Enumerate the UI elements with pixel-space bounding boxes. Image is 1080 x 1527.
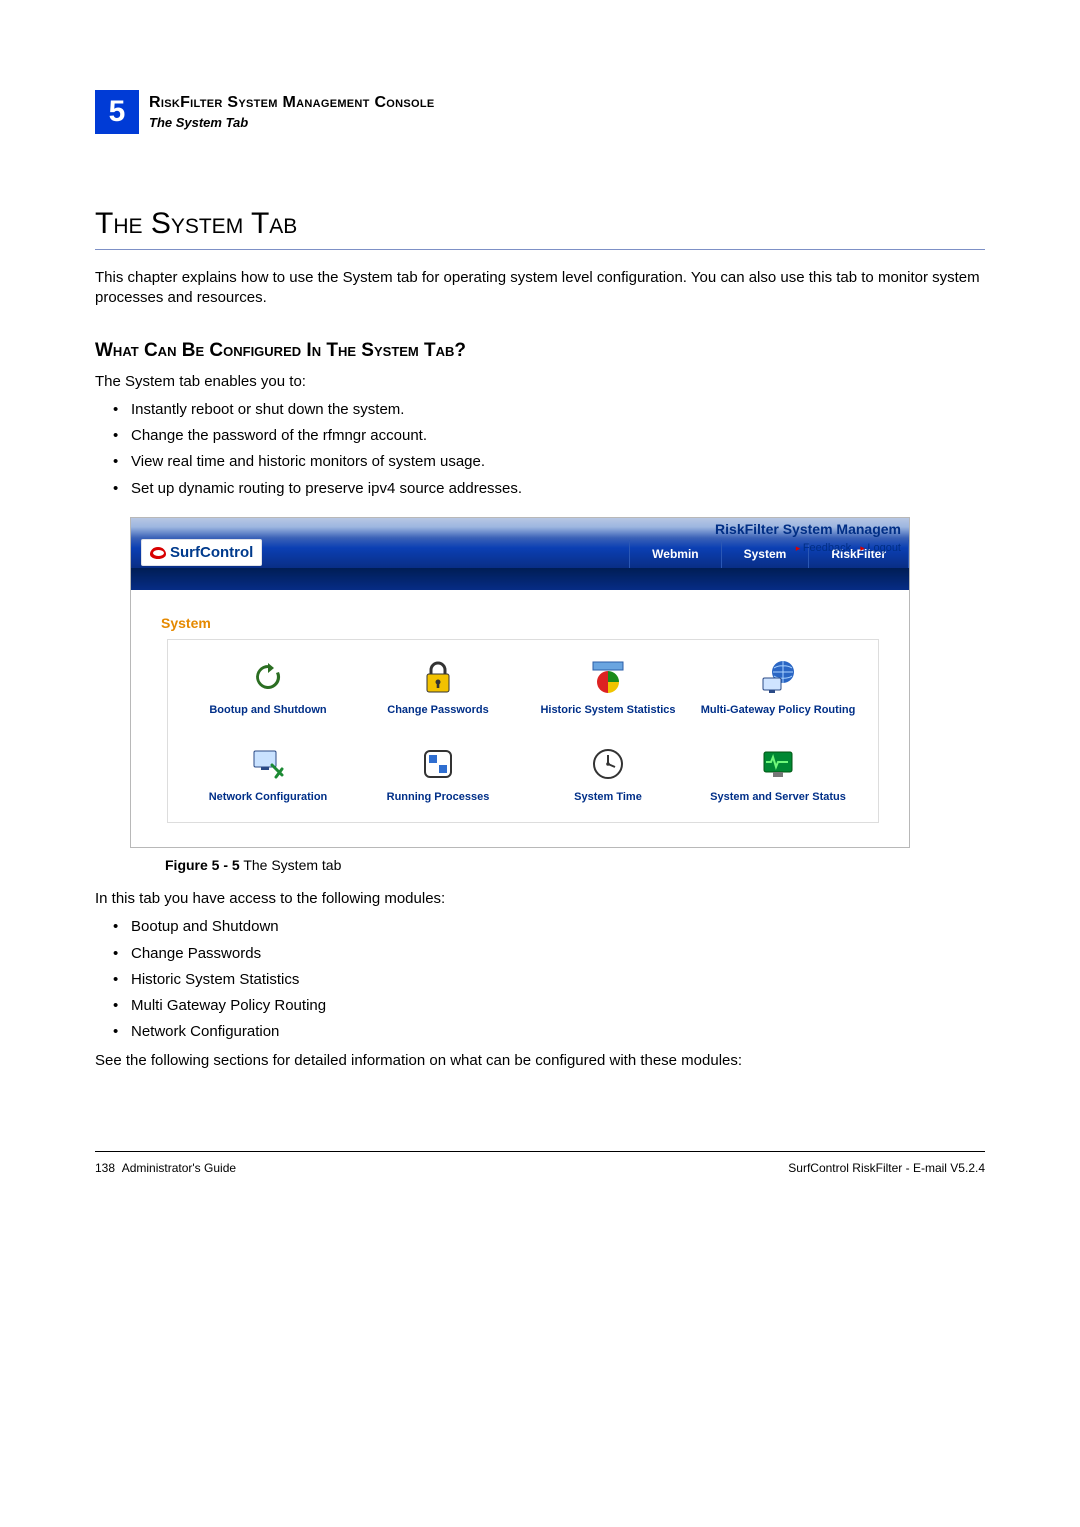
globe-monitor-icon — [759, 658, 797, 696]
module-bootup-shutdown[interactable]: Bootup and Shutdown — [209, 658, 326, 717]
sub-header-bar — [131, 568, 909, 590]
panel-heading: System — [161, 614, 879, 633]
module-multi-gateway[interactable]: Multi-Gateway Policy Routing — [701, 658, 856, 717]
chapter-number: 5 — [95, 90, 139, 134]
processes-icon — [419, 745, 457, 783]
module-change-passwords[interactable]: Change Passwords — [387, 658, 488, 717]
surfcontrol-logo: SurfControl — [141, 539, 262, 566]
module-network-config[interactable]: Network Configuration — [209, 745, 328, 804]
section-heading: The System Tab — [95, 204, 985, 250]
chapter-titles: RiskFilter System Management Console The… — [139, 92, 435, 131]
network-monitor-icon — [249, 745, 287, 783]
list-item: Bootup and Shutdown — [113, 917, 985, 937]
list-item: Network Configuration — [113, 1022, 985, 1042]
enables-list: Instantly reboot or shut down the system… — [113, 400, 985, 499]
module-label: System and Server Status — [710, 791, 846, 804]
clock-icon — [589, 745, 627, 783]
list-item: Historic System Statistics — [113, 970, 985, 990]
module-label: Bootup and Shutdown — [209, 704, 326, 717]
page-footer: 138 Administrator's Guide SurfControl Ri… — [95, 1151, 985, 1176]
module-server-status[interactable]: System and Server Status — [710, 745, 846, 804]
footer-left-text: Administrator's Guide — [122, 1161, 236, 1175]
module-label: Multi-Gateway Policy Routing — [701, 704, 856, 717]
pie-chart-icon — [589, 658, 627, 696]
module-running-processes[interactable]: Running Processes — [387, 745, 490, 804]
figure-caption: Figure 5 - 5 The System tab — [165, 856, 963, 875]
logo-text: SurfControl — [170, 543, 253, 563]
chapter-subtitle: The System Tab — [149, 114, 435, 132]
lock-icon — [419, 658, 457, 696]
module-label: Network Configuration — [209, 791, 328, 804]
intro-paragraph: This chapter explains how to use the Sys… — [95, 268, 985, 309]
screenshot-system-tab: SurfControl Webmin System RiskFilter Ris… — [130, 517, 910, 848]
module-system-time[interactable]: System Time — [574, 745, 642, 804]
feedback-link[interactable]: Feedback.. — [796, 542, 857, 554]
logout-link[interactable]: Logout — [860, 542, 901, 554]
heartbeat-monitor-icon — [759, 745, 797, 783]
modules-card: Bootup and Shutdown Change Passwords His… — [167, 639, 879, 823]
refresh-icon — [249, 658, 287, 696]
list-item: Set up dynamic routing to preserve ipv4 … — [113, 479, 985, 499]
tab-webmin[interactable]: Webmin — [629, 540, 721, 568]
list-item: Change Passwords — [113, 944, 985, 964]
module-label: Historic System Statistics — [540, 704, 675, 717]
footer-left: 138 Administrator's Guide — [95, 1160, 236, 1176]
module-label: Change Passwords — [387, 704, 488, 717]
access-list: Bootup and Shutdown Change Passwords His… — [113, 917, 985, 1042]
figure-text: The System tab — [240, 857, 342, 873]
figure-label: Figure 5 - 5 — [165, 857, 240, 873]
access-lead: In this tab you have access to the follo… — [95, 889, 985, 909]
module-label: Running Processes — [387, 791, 490, 804]
page-number: 138 — [95, 1161, 115, 1175]
list-item: View real time and historic monitors of … — [113, 452, 985, 472]
app-title: RiskFilter System Managem — [715, 520, 901, 539]
chapter-header: 5 RiskFilter System Management Console T… — [95, 90, 985, 134]
list-item: Instantly reboot or shut down the system… — [113, 400, 985, 420]
list-item: Change the password of the rfmngr accoun… — [113, 426, 985, 446]
list-item: Multi Gateway Policy Routing — [113, 996, 985, 1016]
enables-lead: The System tab enables you to: — [95, 372, 985, 392]
see-following: See the following sections for detailed … — [95, 1051, 985, 1071]
chapter-title: RiskFilter System Management Console — [149, 92, 435, 114]
module-historic-stats[interactable]: Historic System Statistics — [540, 658, 675, 717]
module-label: System Time — [574, 791, 642, 804]
subsection-heading: What Can Be Configured In The System Tab… — [95, 338, 985, 364]
footer-right: SurfControl RiskFilter - E-mail V5.2.4 — [788, 1160, 985, 1176]
app-header-bar: SurfControl Webmin System RiskFilter Ris… — [131, 518, 909, 568]
logo-swirl-icon — [150, 547, 166, 559]
